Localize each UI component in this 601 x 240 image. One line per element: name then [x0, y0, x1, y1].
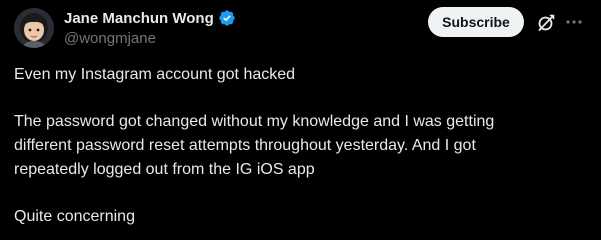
author-handle[interactable]: @wongmjane — [64, 30, 156, 47]
tweet-paragraph-2-line-2: different password reset attempts throug… — [14, 137, 476, 154]
memoji-avatar-icon — [14, 8, 54, 48]
tweet-text: Even my Instagram account got hacked The… — [14, 63, 589, 229]
tweet-paragraph-2-line-1: The password got changed without my know… — [14, 113, 495, 130]
more-dots-icon[interactable] — [564, 12, 584, 32]
grok-slash-icon[interactable] — [536, 13, 556, 33]
avatar[interactable] — [14, 8, 54, 48]
tweet-paragraph-3: Quite concerning — [14, 208, 135, 225]
tweet-paragraph-2-line-3: repeatedly logged out from the IG iOS ap… — [14, 161, 315, 178]
tweet-paragraph-1: Even my Instagram account got hacked — [14, 66, 296, 83]
author-name-row: Jane Manchun Wong — [64, 9, 236, 27]
tweet-card: Jane Manchun Wong @wongmjane Subscribe E… — [0, 0, 601, 240]
subscribe-button[interactable]: Subscribe — [428, 7, 524, 37]
verified-badge-icon[interactable] — [218, 9, 236, 27]
display-name[interactable]: Jane Manchun Wong — [64, 10, 214, 27]
